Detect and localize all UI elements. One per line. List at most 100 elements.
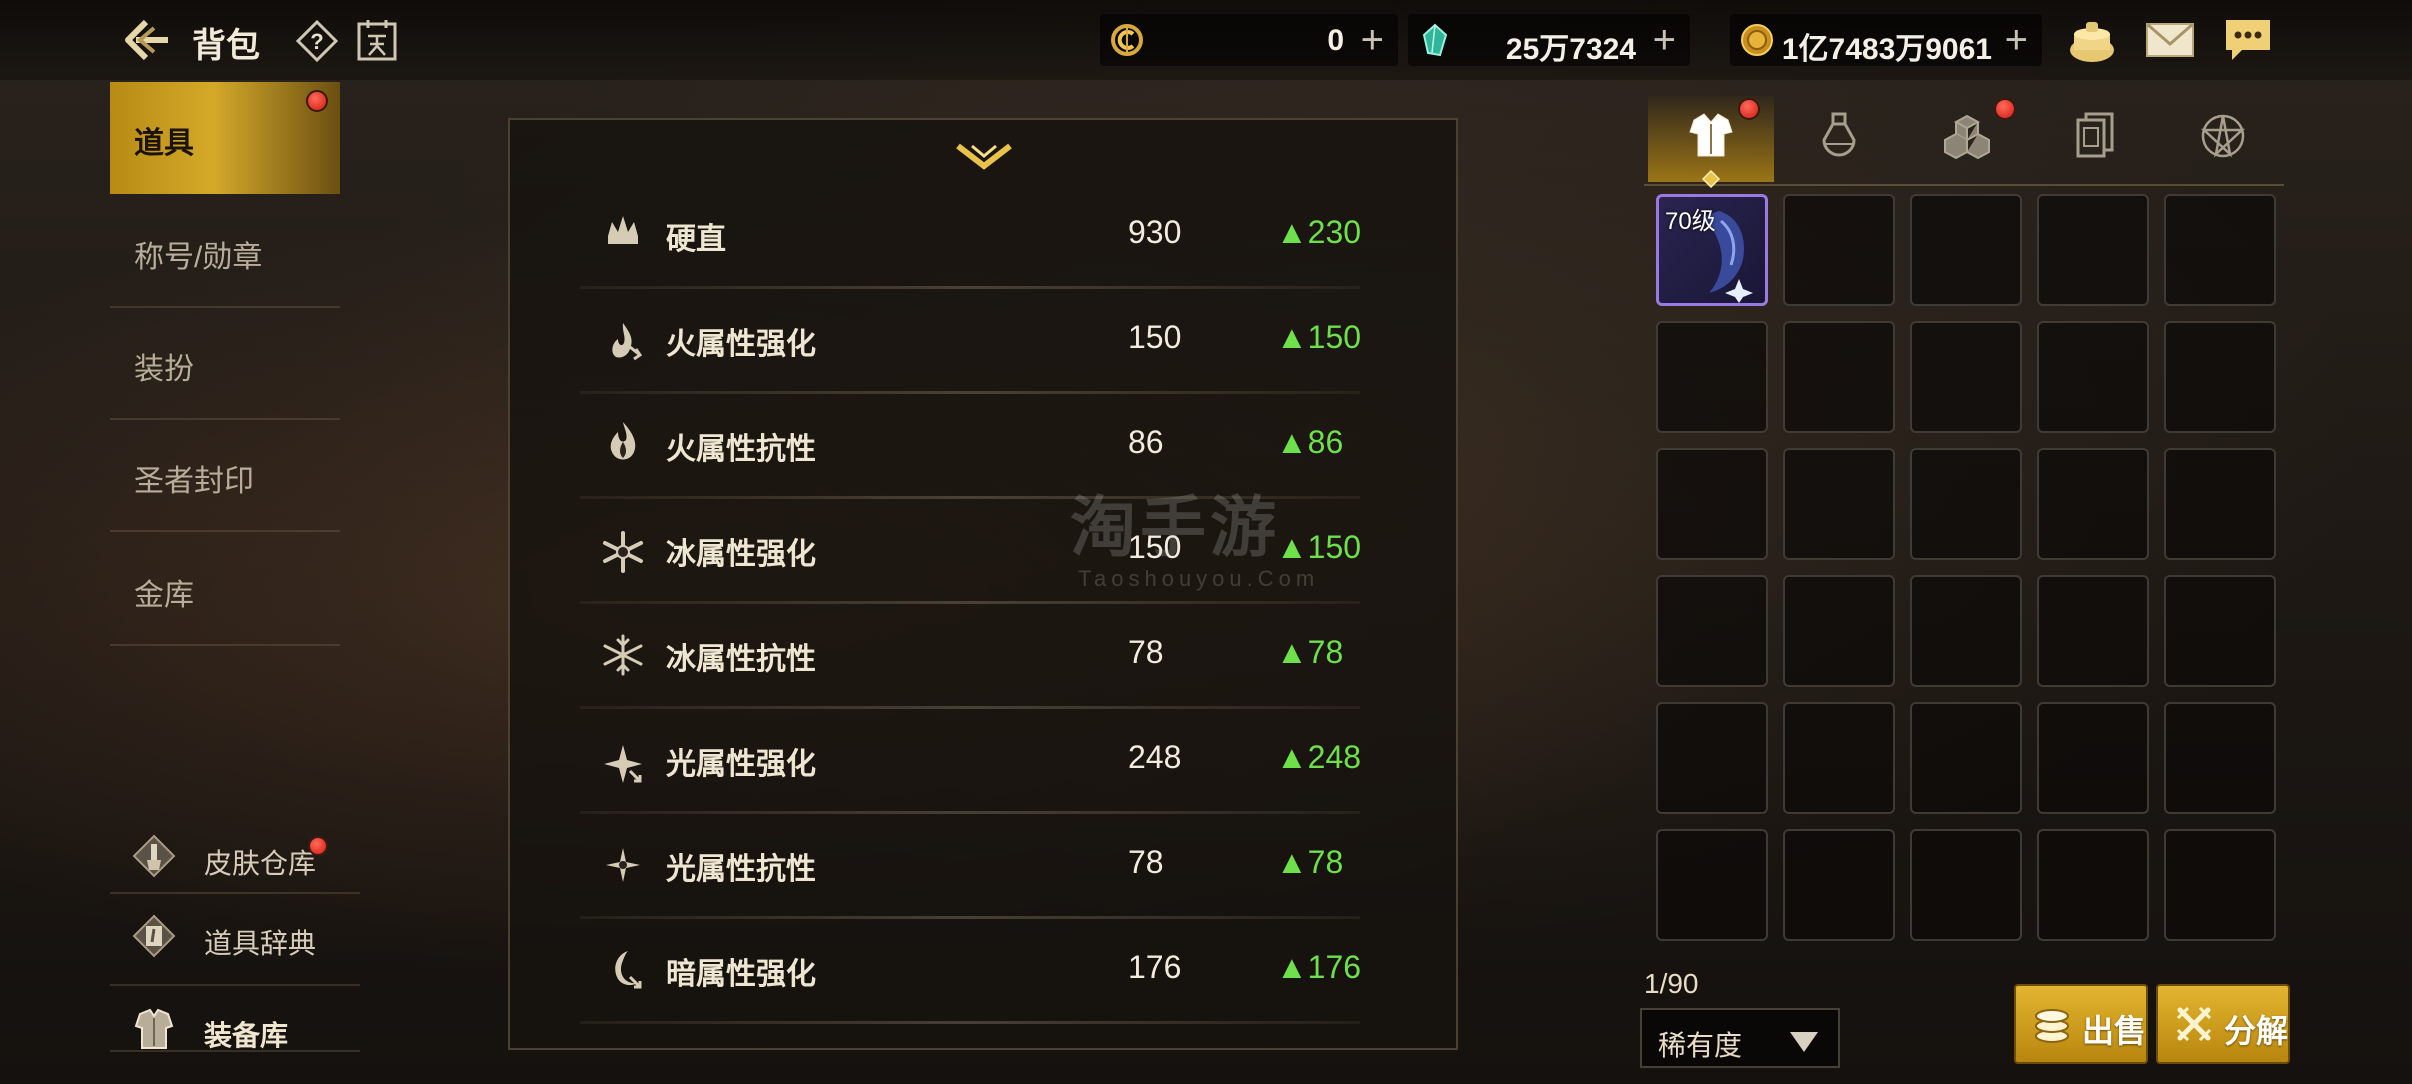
inventory-slot-empty[interactable] <box>1783 702 1895 814</box>
tab-consumables[interactable] <box>1776 96 1902 182</box>
armor-tab-icon <box>1689 113 1733 157</box>
calendar-icon <box>357 20 397 61</box>
inventory-slot-empty[interactable] <box>2164 448 2276 560</box>
inventory-slot-empty[interactable] <box>2037 321 2149 433</box>
inventory-slot-empty[interactable] <box>1783 194 1895 306</box>
inventory-slot-empty[interactable] <box>1910 321 2022 433</box>
dark-enhance-icon <box>615 951 642 989</box>
stat-name: 光属性抗性 <box>666 853 816 886</box>
inventory-slot-empty[interactable] <box>2164 829 2276 941</box>
sidebar-item-titles[interactable]: 称号/勋章 <box>110 196 340 308</box>
top-bar: 背包 ? 0 + 25万7324 + 1亿7483万9061 + <box>0 0 2412 80</box>
disassemble-label: 分解 <box>2224 1013 2289 1049</box>
inventory-slot-empty[interactable] <box>2164 575 2276 687</box>
armor-icon <box>134 1008 174 1049</box>
inventory-slot-empty[interactable] <box>1910 575 2022 687</box>
stat-row: 硬直 930 ▲230 <box>580 184 1380 289</box>
sell-button[interactable]: 出售 <box>2014 984 2148 1064</box>
divider <box>110 892 360 894</box>
gold-add-button[interactable]: + <box>2005 18 2028 63</box>
inventory-slot-empty[interactable] <box>1783 575 1895 687</box>
sidebar-item-saint-seal[interactable]: 圣者封印 <box>110 420 340 532</box>
mail-button[interactable] <box>2144 16 2196 64</box>
light-enhance-icon <box>604 745 642 783</box>
inventory-slot-empty[interactable] <box>1910 448 2022 560</box>
tab-materials[interactable] <box>1904 96 2030 182</box>
inventory-slot-empty[interactable] <box>1783 321 1895 433</box>
inventory-slot-empty[interactable] <box>1656 448 1768 560</box>
skin-storage-button[interactable]: 皮肤仓库 <box>132 828 362 892</box>
stat-increase: ▲248 <box>1276 739 1362 775</box>
tab-cards[interactable] <box>2032 96 2158 182</box>
mail-icon <box>2146 22 2194 57</box>
sell-label: 出售 <box>2082 1013 2147 1049</box>
inventory-slot-empty[interactable] <box>2164 194 2276 306</box>
inventory-slot-empty[interactable] <box>1910 194 2022 306</box>
collapse-button[interactable] <box>952 138 1016 178</box>
sort-dropdown[interactable]: 稀有度 <box>1640 1008 1840 1068</box>
sidebar-item-vault[interactable]: 金库 <box>110 534 340 646</box>
book-icon <box>132 914 176 958</box>
stat-increase: ▲150 <box>1276 319 1362 355</box>
inventory-slot-empty[interactable] <box>1783 829 1895 941</box>
c-coin-add-button[interactable]: + <box>1361 18 1384 63</box>
ice-enhance-icon <box>603 531 643 573</box>
stat-name: 硬直 <box>666 223 726 256</box>
help-button[interactable]: ? <box>295 19 339 63</box>
inventory-slot-empty[interactable] <box>2037 575 2149 687</box>
inventory-slot-empty[interactable] <box>1656 575 1768 687</box>
shop-button[interactable] <box>2066 16 2118 64</box>
inventory-slot-empty[interactable] <box>2164 321 2276 433</box>
stat-row: 火属性强化 150 ▲150 <box>580 289 1380 394</box>
tab-underline <box>1644 184 2284 186</box>
watermark-url: Taoshouyou.Com <box>1078 566 1320 591</box>
potion-tab-icon <box>1822 112 1856 157</box>
inventory-slot-empty[interactable] <box>2037 829 2149 941</box>
disassemble-button[interactable]: 分解 <box>2156 984 2290 1064</box>
inventory-slot-empty[interactable] <box>1656 702 1768 814</box>
sidebar-item-costume[interactable]: 装扮 <box>110 308 340 420</box>
item-dictionary-button[interactable]: 道具辞典 <box>132 908 362 972</box>
equipment-storage-button[interactable]: 装备库 <box>132 1000 362 1064</box>
stat-value: 78 <box>1128 634 1164 670</box>
inventory-slot-empty[interactable] <box>2037 702 2149 814</box>
notification-dot <box>306 90 328 112</box>
inventory-slot-empty[interactable] <box>1656 829 1768 941</box>
disassemble-icon <box>2176 1006 2212 1042</box>
fire-enhance-icon <box>612 323 643 361</box>
stat-increase: ▲230 <box>1276 214 1362 250</box>
item-level: 70级 <box>1665 208 1716 235</box>
stat-value: 78 <box>1128 844 1164 880</box>
calendar-button[interactable] <box>356 18 398 62</box>
crystal-value: 25万7324 <box>1505 33 1636 66</box>
inventory-slot-empty[interactable] <box>2037 448 2149 560</box>
stagger-icon <box>608 216 638 244</box>
stat-row: 冰属性抗性 78 ▲78 <box>580 604 1380 709</box>
inventory-slot-empty[interactable] <box>1783 448 1895 560</box>
crystal-add-button[interactable]: + <box>1653 18 1676 63</box>
divider <box>110 1050 360 1052</box>
chat-button[interactable] <box>2222 16 2274 64</box>
equipment-storage-label: 装备库 <box>204 1020 289 1051</box>
stat-row: 光属性抗性 78 ▲78 <box>580 814 1380 919</box>
inventory-slot-empty[interactable] <box>1656 321 1768 433</box>
inventory-slot-empty[interactable] <box>1910 702 2022 814</box>
gold-value: 1亿7483万9061 <box>1781 33 1992 66</box>
back-button[interactable] <box>122 14 174 66</box>
inventory-slot-empty[interactable] <box>2164 702 2276 814</box>
tab-special[interactable] <box>2160 96 2286 182</box>
c-coin-icon <box>1111 24 1143 56</box>
stat-increase: ▲150 <box>1276 529 1362 565</box>
treasure-pot-icon <box>2070 22 2114 62</box>
inventory-slot-item[interactable]: 70级 <box>1656 194 1768 306</box>
sidebar-item-label: 圣者封印 <box>134 465 254 498</box>
ice-resist-icon <box>603 634 643 676</box>
gold-coin-icon <box>1741 24 1773 56</box>
inventory-slot-empty[interactable] <box>2037 194 2149 306</box>
inventory-capacity: 1/90 <box>1644 968 1699 999</box>
brush-icon <box>132 834 176 878</box>
inventory-slot-empty[interactable] <box>1910 829 2022 941</box>
sidebar-item-items[interactable]: 道具 <box>110 82 340 194</box>
row-divider <box>580 1021 1360 1024</box>
item-dictionary-label: 道具辞典 <box>204 928 317 959</box>
